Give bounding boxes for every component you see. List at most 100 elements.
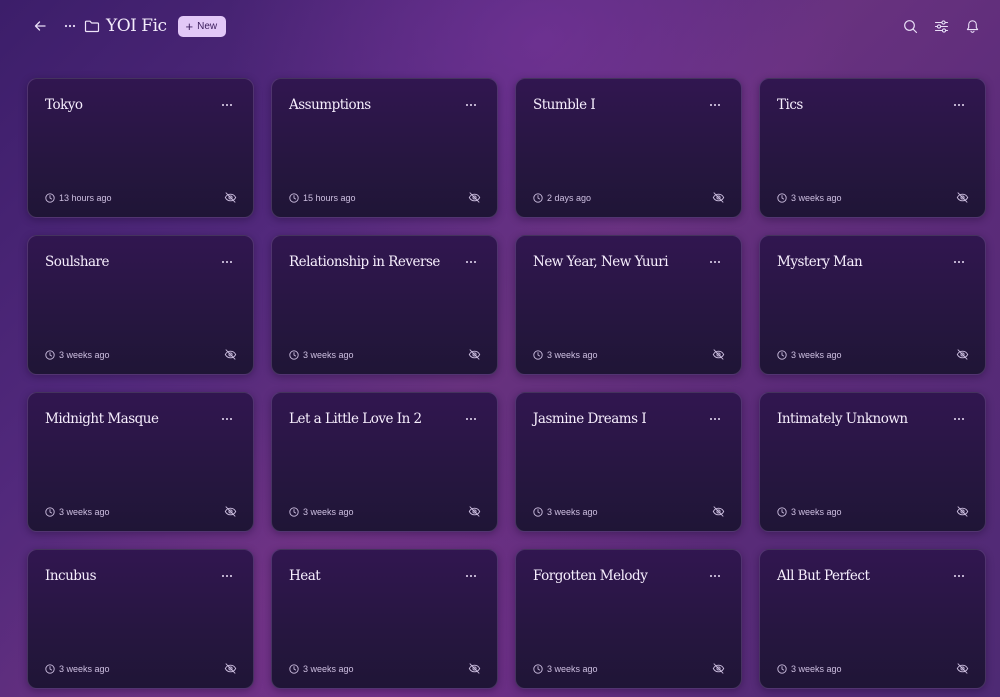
card-title: Relationship in Reverse — [289, 254, 440, 270]
visibility-toggle-button[interactable] — [711, 347, 725, 361]
card-more-button[interactable] — [463, 98, 479, 112]
card-more-button[interactable] — [219, 98, 235, 112]
card-title: Intimately Unknown — [777, 411, 908, 427]
clock-icon — [777, 507, 787, 517]
card-more-button[interactable] — [219, 255, 235, 269]
clock-icon — [533, 193, 543, 203]
card-more-button[interactable] — [707, 255, 723, 269]
card-more-button[interactable] — [951, 255, 967, 269]
visibility-toggle-button[interactable] — [223, 504, 237, 518]
eye-off-icon — [712, 348, 724, 360]
visibility-toggle-button[interactable] — [223, 347, 237, 361]
document-card[interactable]: Assumptions 15 hours ago — [271, 78, 498, 218]
eye-off-icon — [224, 505, 236, 517]
document-card[interactable]: New Year, New Yuuri 3 weeks ago — [515, 235, 742, 375]
document-card[interactable]: Mystery Man 3 weeks ago — [759, 235, 986, 375]
card-time-text: 3 weeks ago — [791, 507, 842, 517]
card-time-text: 3 weeks ago — [547, 350, 598, 360]
card-more-button[interactable] — [707, 98, 723, 112]
card-more-button[interactable] — [707, 412, 723, 426]
card-title: Stumble I — [533, 97, 596, 113]
new-button[interactable]: + New — [177, 15, 227, 37]
ellipsis-icon — [466, 575, 476, 577]
card-more-button[interactable] — [463, 255, 479, 269]
clock-icon — [289, 350, 299, 360]
visibility-toggle-button[interactable] — [223, 661, 237, 675]
card-more-button[interactable] — [951, 569, 967, 583]
clock-icon — [533, 350, 543, 360]
clock-icon — [45, 193, 55, 203]
ellipsis-icon — [222, 418, 232, 420]
document-card[interactable]: Relationship in Reverse 3 weeks ago — [271, 235, 498, 375]
visibility-toggle-button[interactable] — [711, 504, 725, 518]
card-more-button[interactable] — [951, 98, 967, 112]
card-time-text: 15 hours ago — [303, 193, 356, 203]
clock-icon — [45, 664, 55, 674]
visibility-toggle-button[interactable] — [955, 190, 969, 204]
visibility-toggle-button[interactable] — [467, 661, 481, 675]
ellipsis-icon — [954, 104, 964, 106]
card-timestamp: 3 weeks ago — [777, 507, 842, 517]
card-title: Jasmine Dreams I — [533, 411, 647, 427]
card-time-text: 3 weeks ago — [791, 664, 842, 674]
page-title: YOI Fic — [106, 16, 167, 36]
visibility-toggle-button[interactable] — [223, 190, 237, 204]
document-card[interactable]: Tics 3 weeks ago — [759, 78, 986, 218]
new-button-label: New — [197, 20, 218, 32]
bell-icon — [966, 19, 978, 33]
document-card[interactable]: Let a Little Love In 2 3 weeks ago — [271, 392, 498, 532]
clock-icon — [533, 507, 543, 517]
card-more-button[interactable] — [951, 412, 967, 426]
clock-icon — [45, 350, 55, 360]
visibility-toggle-button[interactable] — [711, 661, 725, 675]
visibility-toggle-button[interactable] — [711, 190, 725, 204]
eye-off-icon — [468, 662, 480, 674]
ellipsis-icon — [466, 418, 476, 420]
document-card[interactable]: All But Perfect 3 weeks ago — [759, 549, 986, 689]
card-more-button[interactable] — [463, 412, 479, 426]
visibility-toggle-button[interactable] — [467, 347, 481, 361]
visibility-toggle-button[interactable] — [467, 190, 481, 204]
card-title: Assumptions — [289, 97, 371, 113]
plus-icon: + — [185, 18, 194, 34]
visibility-toggle-button[interactable] — [955, 347, 969, 361]
document-card[interactable]: Tokyo 13 hours ago — [27, 78, 254, 218]
card-more-button[interactable] — [463, 569, 479, 583]
notifications-button[interactable] — [960, 14, 984, 38]
document-card[interactable]: Jasmine Dreams I 3 weeks ago — [515, 392, 742, 532]
card-title: Mystery Man — [777, 254, 863, 270]
document-card[interactable]: Intimately Unknown 3 weeks ago — [759, 392, 986, 532]
card-timestamp: 3 weeks ago — [45, 350, 110, 360]
card-more-button[interactable] — [707, 569, 723, 583]
card-more-button[interactable] — [219, 569, 235, 583]
document-card[interactable]: Incubus 3 weeks ago — [27, 549, 254, 689]
document-card[interactable]: Forgotten Melody 3 weeks ago — [515, 549, 742, 689]
document-card[interactable]: Stumble I 2 days ago — [515, 78, 742, 218]
clock-icon — [777, 664, 787, 674]
top-bar-left: YOI Fic + New — [28, 12, 227, 40]
visibility-toggle-button[interactable] — [955, 661, 969, 675]
clock-icon — [777, 350, 787, 360]
document-card[interactable]: Soulshare 3 weeks ago — [27, 235, 254, 375]
back-button[interactable] — [28, 14, 52, 38]
document-card[interactable]: Heat 3 weeks ago — [271, 549, 498, 689]
card-title: Tokyo — [45, 97, 83, 113]
top-bar-right — [891, 14, 984, 38]
eye-off-icon — [712, 662, 724, 674]
visibility-toggle-button[interactable] — [467, 504, 481, 518]
sliders-icon — [934, 19, 948, 33]
card-title: Soulshare — [45, 254, 110, 270]
filter-button[interactable] — [929, 14, 953, 38]
search-button[interactable] — [898, 14, 922, 38]
card-more-button[interactable] — [219, 412, 235, 426]
card-time-text: 3 weeks ago — [547, 664, 598, 674]
eye-off-icon — [956, 191, 968, 203]
clock-icon — [533, 664, 543, 674]
card-title: Incubus — [45, 568, 97, 584]
clock-icon — [289, 193, 299, 203]
ellipsis-icon — [954, 575, 964, 577]
more-options-button[interactable] — [58, 14, 82, 38]
document-card[interactable]: Midnight Masque 3 weeks ago — [27, 392, 254, 532]
visibility-toggle-button[interactable] — [955, 504, 969, 518]
card-time-text: 3 weeks ago — [59, 350, 110, 360]
